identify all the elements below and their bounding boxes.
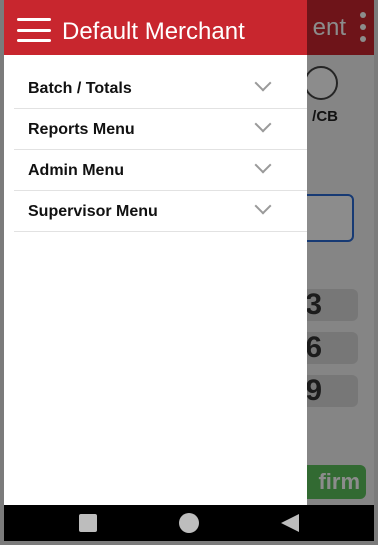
drawer-header: Default Merchant: [4, 0, 307, 55]
drawer-title: Default Merchant: [62, 18, 245, 45]
chevron-down-icon[interactable]: [254, 115, 272, 133]
menu-item-supervisor[interactable]: Supervisor Menu: [14, 191, 307, 232]
device-screen: ent /CB 3 6 9 firm Default Merchant Batc…: [4, 0, 374, 541]
system-nav-bar: [4, 505, 374, 541]
drawer-menu: Batch / Totals Reports Menu Admin Menu S…: [4, 68, 307, 232]
menu-item-label: Supervisor Menu: [28, 203, 158, 220]
menu-item-label: Reports Menu: [28, 121, 135, 138]
navigation-drawer: Default Merchant Batch / Totals Reports …: [4, 0, 307, 505]
menu-item-label: Admin Menu: [28, 162, 124, 179]
square-icon[interactable]: [79, 514, 97, 532]
menu-item-admin[interactable]: Admin Menu: [14, 150, 307, 191]
menu-item-reports[interactable]: Reports Menu: [14, 109, 307, 150]
triangle-back-icon[interactable]: [281, 514, 299, 532]
chevron-down-icon[interactable]: [254, 156, 272, 174]
chevron-down-icon[interactable]: [254, 197, 272, 215]
circle-icon[interactable]: [179, 513, 199, 533]
menu-item-label: Batch / Totals: [28, 80, 132, 97]
hamburger-menu-icon[interactable]: [17, 18, 51, 42]
menu-item-batch-totals[interactable]: Batch / Totals: [14, 68, 307, 109]
chevron-down-icon[interactable]: [254, 74, 272, 92]
